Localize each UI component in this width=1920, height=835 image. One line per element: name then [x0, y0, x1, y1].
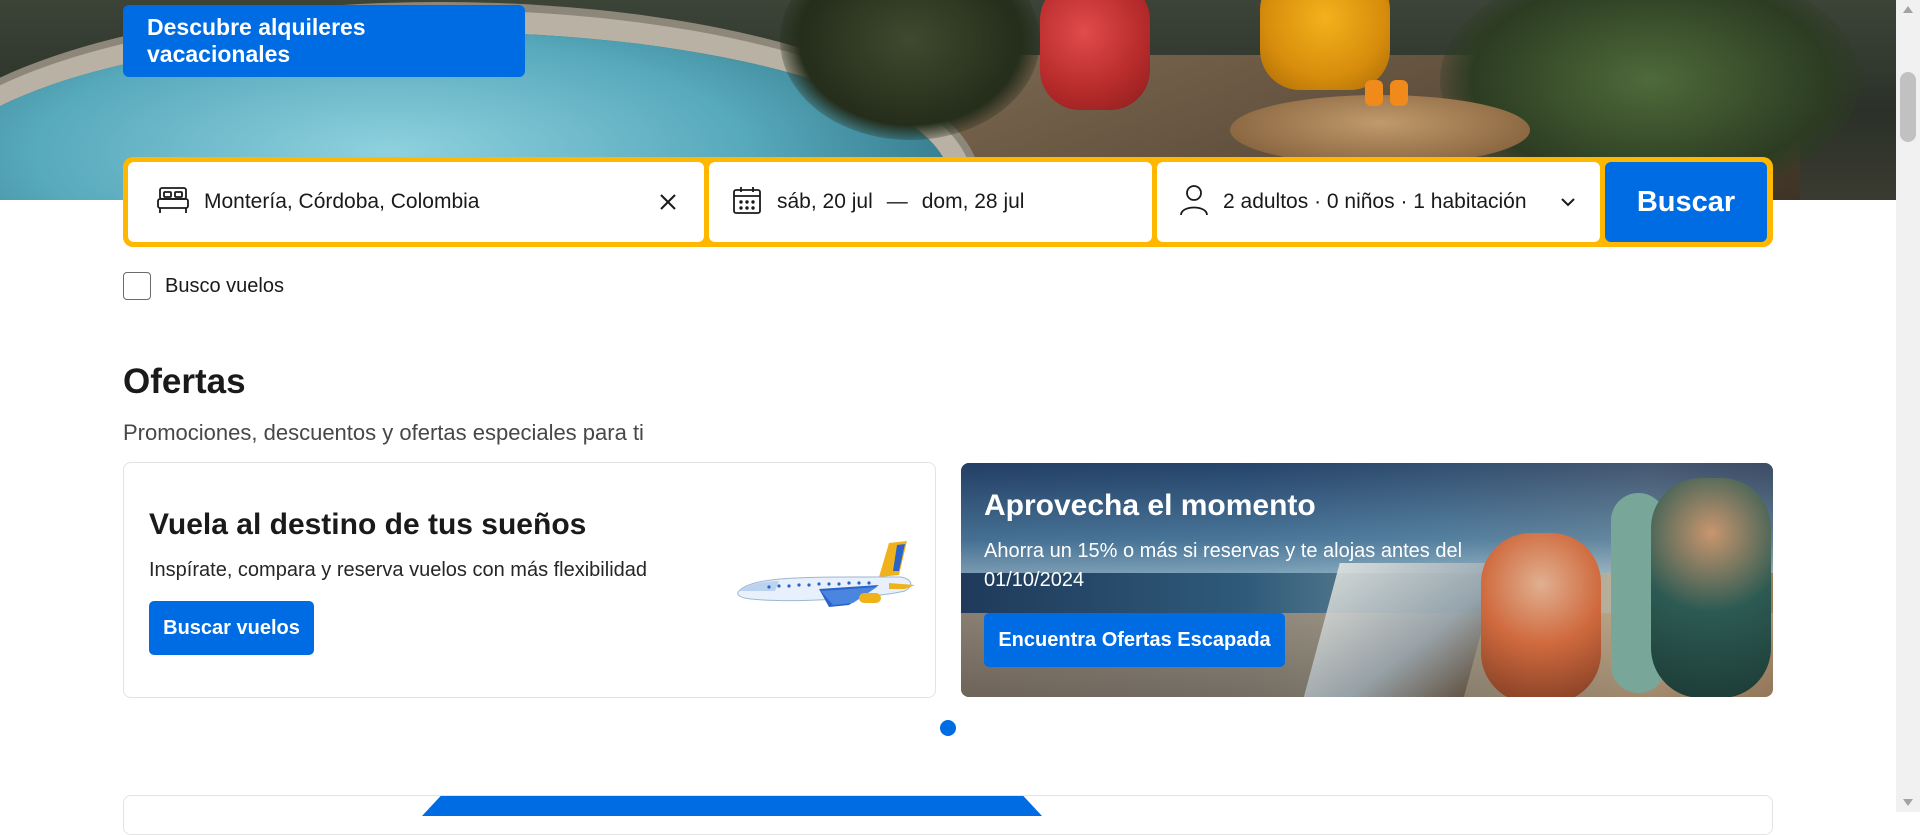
calendar-icon	[731, 184, 763, 221]
search-flights-button[interactable]: Buscar vuelos	[149, 601, 314, 655]
card-person	[1651, 478, 1771, 697]
scroll-thumb[interactable]	[1900, 72, 1916, 142]
card-subtitle: Ahorra un 15% o más si reservas y te alo…	[984, 540, 1463, 591]
date-field[interactable]: sáb, 20 jul — dom, 28 jul	[709, 162, 1152, 242]
offers-subtitle: Promociones, descuentos y ofertas especi…	[123, 420, 644, 445]
hero-candle	[1365, 80, 1383, 106]
flights-checkbox[interactable]	[123, 272, 151, 300]
offers-title: Ofertas	[123, 362, 246, 401]
destination-value: Montería, Córdoba, Colombia	[204, 190, 480, 213]
chevron-down-icon[interactable]	[1556, 190, 1580, 214]
getaway-offer-card: Aprovecha el momento Ahorra un 15% o más…	[961, 463, 1773, 697]
scroll-down-arrow-icon[interactable]	[1903, 799, 1913, 806]
hero-person	[1260, 0, 1390, 90]
checkout-date: dom, 28 jul	[921, 190, 1025, 213]
find-getaway-deals-button[interactable]: Encuentra Ofertas Escapada	[984, 613, 1285, 667]
flights-checkbox-label: Busco vuelos	[165, 274, 284, 297]
airplane-icon	[729, 533, 924, 623]
occupancy-value: 2 adultos · 0 niños · 1 habitación	[1223, 190, 1527, 213]
close-icon[interactable]	[654, 188, 682, 216]
discover-rentals-button[interactable]: Descubre alquileres vacacionales	[123, 5, 525, 77]
occupancy-field[interactable]: 2 adultos · 0 niños · 1 habitación	[1157, 162, 1600, 242]
flights-offer-card: Vuela al destino de tus sueños Inspírate…	[123, 462, 936, 698]
next-section-tab[interactable]	[422, 796, 1042, 816]
date-separator: —	[886, 190, 908, 213]
checkin-date: sáb, 20 jul	[777, 190, 873, 213]
hero-table	[1230, 95, 1530, 165]
scroll-up-arrow-icon[interactable]	[1903, 6, 1913, 13]
carousel-dot-active[interactable]	[940, 720, 956, 736]
person-icon	[1179, 183, 1209, 222]
flights-option[interactable]: Busco vuelos	[123, 272, 284, 300]
card-title: Aprovecha el momento	[984, 489, 1316, 522]
search-bar: Montería, Córdoba, Colombia sáb, 20 jul …	[123, 157, 1773, 247]
hero-person	[1040, 0, 1150, 110]
search-button[interactable]: Buscar	[1605, 162, 1767, 242]
hero-candle	[1390, 80, 1408, 106]
card-subtitle: Inspírate, compara y reserva vuelos con …	[149, 559, 648, 581]
bed-icon	[156, 185, 190, 220]
card-title: Vuela al destino de tus sueños	[149, 508, 587, 541]
destination-field[interactable]: Montería, Córdoba, Colombia	[128, 162, 704, 242]
page-scrollbar[interactable]	[1896, 0, 1920, 812]
